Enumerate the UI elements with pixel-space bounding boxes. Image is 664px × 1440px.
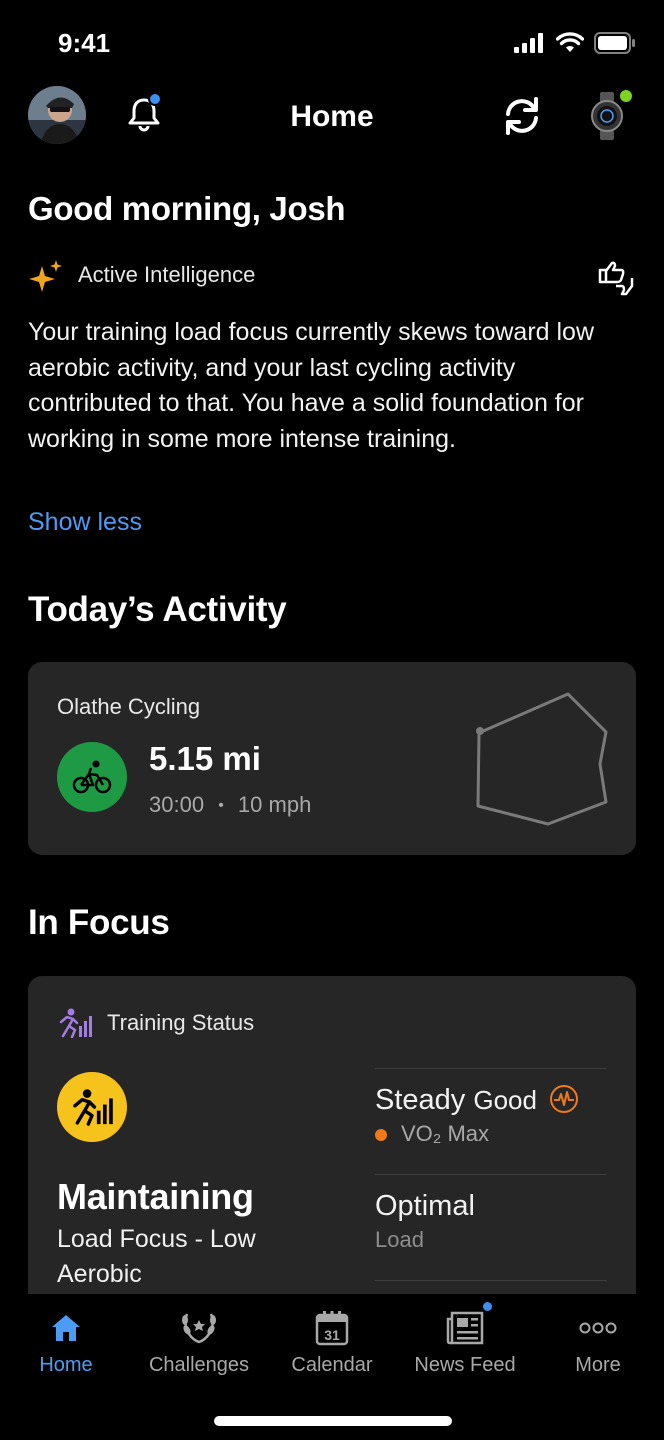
training-status-badge-icon [73,1089,113,1126]
home-indicator[interactable] [214,1416,452,1426]
active-intelligence-header: Active Intelligence [28,256,636,296]
activity-stats: 30:00 • 10 mph [149,792,311,818]
activity-duration: 30:00 [149,792,205,817]
bicycle-icon [72,760,112,794]
load-metric: Optimal Load [375,1190,607,1253]
feedback-button[interactable] [596,256,636,296]
active-intelligence-text: Your training load focus currently skews… [28,318,595,453]
sync-button[interactable] [500,94,544,138]
calendar-icon-day: 31 [324,1327,340,1343]
activity-card[interactable]: Olathe Cycling 5.15 mi 30:00 • 10 mph [28,662,636,855]
tab-more-label: More [575,1354,621,1376]
todays-activity-title: Today’s Activity [28,590,287,629]
tab-more[interactable]: More [532,1308,664,1377]
show-less-link[interactable]: Show less [28,508,142,537]
active-intelligence-label: Active Intelligence [78,262,256,287]
calendar-icon: 31 [315,1311,349,1346]
laurel-icon [182,1313,216,1344]
tab-challenges[interactable]: Challenges [133,1308,265,1377]
training-status-badge [57,1072,127,1142]
training-status-card[interactable]: Training Status Maintaining Load Focus -… [28,976,636,1316]
training-status-icon [59,1008,92,1038]
news-feed-badge [483,1302,492,1311]
activity-distance: 5.15 mi [149,740,261,777]
sync-icon [506,97,538,135]
vo2-label: VO₂ Max [401,1121,489,1146]
stats-separator: • [218,797,224,815]
wifi-icon [556,32,584,52]
in-focus-title: In Focus [28,903,170,942]
app-header: Home [0,82,664,152]
page-title: Home [290,100,374,133]
training-status-value: Maintaining [57,1176,254,1217]
tab-calendar-label: Calendar [291,1354,373,1376]
activity-name: Olathe Cycling [57,694,201,719]
metric-divider [375,1068,607,1069]
thumbs-feedback-icon [598,261,634,296]
metric-divider [375,1174,607,1175]
tab-news-feed-label: News Feed [414,1354,516,1376]
tab-home[interactable]: Home [0,1308,132,1377]
route-map [476,692,608,826]
vo2-value-b: Good [473,1085,537,1115]
more-dots-icon [579,1322,617,1334]
tab-challenges-label: Challenges [148,1354,250,1376]
vo2-value-a: Steady [375,1084,466,1116]
load-value: Optimal [375,1190,475,1222]
tab-home-label: Home [39,1354,93,1376]
cycling-badge [57,742,127,812]
home-icon [52,1315,80,1341]
tab-calendar[interactable]: 31 Calendar [266,1308,398,1377]
battery-icon [594,32,635,54]
device-connected-indicator [618,88,634,104]
status-bar: 9:41 [0,0,664,80]
signal-icon [514,33,543,53]
status-time: 9:41 [58,28,111,58]
vo2-max-icon [550,1085,579,1113]
status-icons [514,32,636,54]
metric-divider [375,1280,607,1281]
vo2-status-dot [375,1129,387,1142]
newspaper-icon [446,1311,484,1345]
activity-speed: 10 mph [237,792,312,817]
tab-news-feed[interactable]: News Feed [399,1302,531,1377]
vo2-max-metric: Steady Good VO₂ Max [375,1084,607,1147]
training-status-subtitle: Load Focus - Low Aerobic [57,1225,256,1288]
greeting: Good morning, Josh [28,190,346,227]
training-status-label: Training Status [107,1010,255,1035]
load-label: Load [375,1227,424,1252]
sparkle-icon [29,260,62,292]
